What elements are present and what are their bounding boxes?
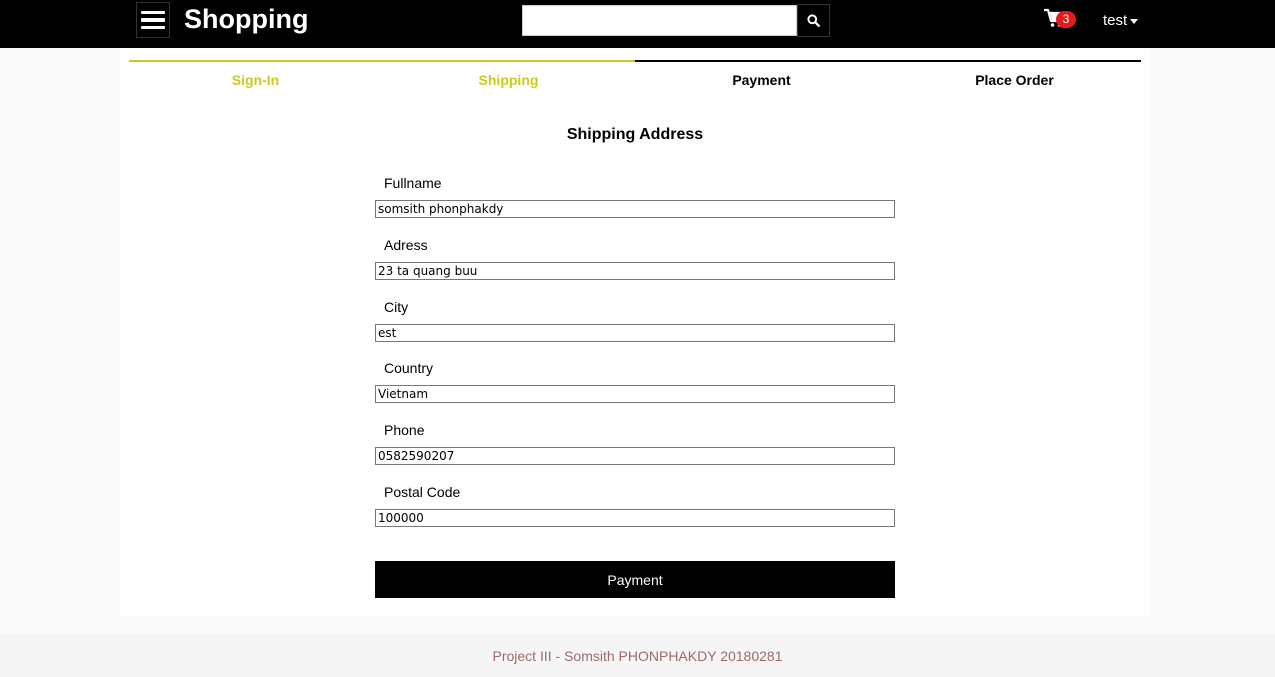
country-label: Country	[384, 360, 434, 376]
cart-button[interactable]: 3	[1044, 8, 1078, 32]
address-label: Adress	[384, 237, 428, 253]
address-input[interactable]	[375, 262, 895, 280]
caret-down-icon	[1130, 19, 1139, 24]
shipping-address-form: Fullname Adress City Country Phone Posta…	[375, 174, 895, 545]
phone-label: Phone	[384, 422, 425, 438]
step-payment: Payment	[635, 60, 888, 90]
footer-text: Project III - Somsith PHONPHAKDY 2018028…	[492, 648, 783, 664]
postal-code-field-group: Postal Code	[375, 483, 895, 545]
address-field-group: Adress	[375, 236, 895, 298]
phone-field-group: Phone	[375, 421, 895, 483]
checkout-panel: Sign-In Shipping Payment Place Order Shi…	[120, 48, 1150, 616]
hamburger-icon	[141, 10, 165, 15]
payment-button[interactable]: Payment	[375, 561, 895, 598]
city-label: City	[384, 299, 409, 315]
checkout-steps: Sign-In Shipping Payment Place Order	[129, 60, 1141, 90]
city-input[interactable]	[375, 324, 895, 342]
search-button[interactable]	[797, 4, 830, 37]
page-title: Shipping Address	[566, 126, 704, 143]
cart-count-badge: 3	[1056, 11, 1076, 28]
country-input[interactable]	[375, 385, 895, 403]
phone-input[interactable]	[375, 447, 895, 465]
brand-logo[interactable]: Shopping	[184, 4, 308, 35]
city-field-group: City	[375, 298, 895, 359]
search-input[interactable]	[522, 5, 797, 36]
step-shipping: Shipping	[382, 60, 635, 90]
hamburger-menu-button[interactable]	[136, 2, 170, 38]
step-place-order: Place Order	[888, 60, 1141, 90]
top-navbar: Shopping 3 test	[0, 0, 1275, 48]
postal-code-label: Postal Code	[384, 484, 461, 500]
fullname-field-group: Fullname	[375, 174, 895, 236]
user-name: test	[1103, 12, 1128, 29]
country-field-group: Country	[375, 359, 895, 421]
fullname-label: Fullname	[384, 175, 442, 191]
step-sign-in: Sign-In	[129, 60, 382, 90]
user-menu-dropdown[interactable]: test	[1103, 12, 1139, 29]
footer: Project III - Somsith PHONPHAKDY 2018028…	[0, 633, 1275, 677]
fullname-input[interactable]	[375, 200, 895, 218]
search-icon	[807, 14, 820, 27]
postal-code-input[interactable]	[375, 509, 895, 527]
